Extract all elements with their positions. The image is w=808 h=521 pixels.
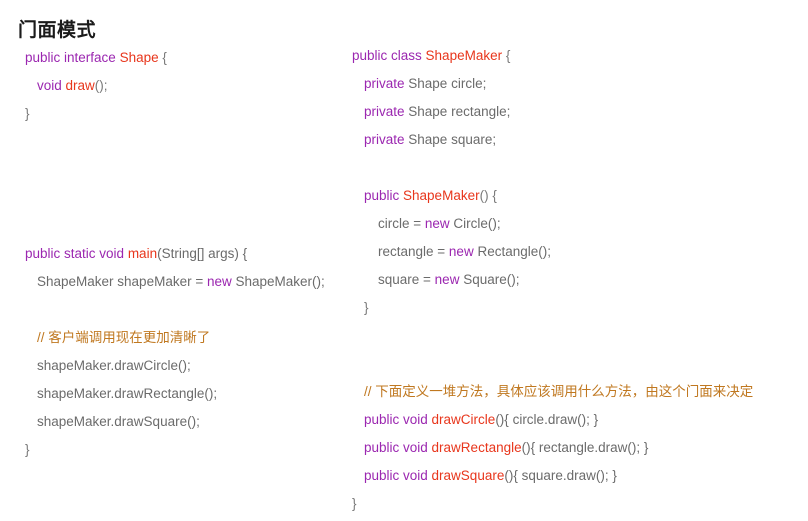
- code-token-plain: shapeMaker.drawSquare();: [37, 414, 200, 429]
- code-token-plain: shapeMaker.drawRectangle();: [37, 386, 218, 401]
- code-line: private Shape square;: [352, 126, 802, 154]
- code-line: public ShapeMaker() {: [352, 182, 802, 210]
- code-line: }: [352, 490, 802, 518]
- code-token-kw: new: [206, 274, 232, 289]
- code-line: [352, 154, 802, 182]
- code-token-kw: public void: [364, 468, 432, 483]
- code-line: public interface Shape {: [25, 44, 355, 72]
- code-line: // 客户端调用现在更加清晰了: [25, 324, 355, 352]
- code-token-kw: public void: [364, 440, 432, 455]
- code-token-plain: (){ rectangle.draw(); }: [521, 440, 649, 455]
- code-token-plain: (String[] args) {: [157, 246, 248, 261]
- code-line: [25, 156, 355, 184]
- code-token-punct: {: [158, 50, 167, 65]
- code-token-kw: public: [364, 188, 404, 203]
- code-token-type: Shape: [119, 50, 159, 65]
- code-line: public static void main(String[] args) {: [25, 240, 355, 268]
- code-token-plain: Shape square;: [404, 132, 497, 147]
- code-token-plain: Rectangle();: [473, 244, 551, 259]
- code-line: [25, 184, 355, 212]
- code-token-kw: public void: [364, 412, 432, 427]
- code-token-plain: circle =: [378, 216, 425, 231]
- code-token-punct: {: [502, 48, 511, 63]
- code-token-fn: drawRectangle: [431, 440, 522, 455]
- code-token-kw: new: [448, 244, 474, 259]
- code-token-kw: public interface: [25, 50, 120, 65]
- code-token-plain: rectangle =: [378, 244, 449, 259]
- code-line: }: [352, 294, 802, 322]
- code-line: public void drawSquare(){ square.draw();…: [352, 462, 802, 490]
- code-token-fn: drawSquare: [431, 468, 505, 483]
- code-line: rectangle = new Rectangle();: [352, 238, 802, 266]
- code-token-plain: ShapeMaker();: [231, 274, 325, 289]
- code-line: [25, 128, 355, 156]
- code-line: square = new Square();: [352, 266, 802, 294]
- code-line: shapeMaker.drawRectangle();: [25, 380, 355, 408]
- code-line: // 下面定义一堆方法，具体应该调用什么方法，由这个门面来决定: [352, 378, 802, 406]
- code-line: [25, 296, 355, 324]
- code-token-comment: // 下面定义一堆方法，具体应该调用什么方法，由这个门面来决定: [364, 384, 754, 399]
- code-token-plain: square =: [378, 272, 435, 287]
- code-token-punct: }: [352, 496, 357, 511]
- code-line: public void drawCircle(){ circle.draw();…: [352, 406, 802, 434]
- code-token-plain: Circle();: [449, 216, 501, 231]
- code-token-kw: public class: [352, 48, 426, 63]
- code-block-right: public class ShapeMaker {private Shape c…: [352, 42, 802, 518]
- code-token-comment: // 客户端调用现在更加清晰了: [37, 330, 211, 345]
- code-token-fn: draw: [65, 78, 95, 93]
- code-token-kw: void: [37, 78, 66, 93]
- code-token-punct: }: [25, 442, 30, 457]
- code-line: void draw();: [25, 72, 355, 100]
- page-root: { "document": { "title": "门面模式", "backgr…: [0, 0, 808, 521]
- code-token-kw: new: [424, 216, 450, 231]
- code-line: }: [25, 100, 355, 128]
- code-line: shapeMaker.drawCircle();: [25, 352, 355, 380]
- code-line: public class ShapeMaker {: [352, 42, 802, 70]
- page-title: 门面模式: [18, 19, 97, 41]
- code-token-punct: () {: [479, 188, 497, 203]
- code-token-plain: Shape circle;: [404, 76, 487, 91]
- code-token-plain: (){ circle.draw(); }: [495, 412, 599, 427]
- code-line: [25, 212, 355, 240]
- code-token-plain: Square();: [459, 272, 520, 287]
- code-token-kw: new: [434, 272, 460, 287]
- code-token-plain: ShapeMaker shapeMaker =: [37, 274, 207, 289]
- code-block-left: public interface Shape {void draw();} pu…: [25, 44, 355, 464]
- code-token-kw: public static void: [25, 246, 128, 261]
- code-token-punct: ();: [94, 78, 108, 93]
- code-token-fn: main: [127, 246, 158, 261]
- code-token-kw: private: [364, 104, 405, 119]
- code-token-fn: drawCircle: [431, 412, 496, 427]
- code-token-type: ShapeMaker: [425, 48, 503, 63]
- code-token-kw: private: [364, 132, 405, 147]
- code-line: [352, 350, 802, 378]
- code-line: private Shape circle;: [352, 70, 802, 98]
- code-line: public void drawRectangle(){ rectangle.d…: [352, 434, 802, 462]
- code-line: shapeMaker.drawSquare();: [25, 408, 355, 436]
- code-line: ShapeMaker shapeMaker = new ShapeMaker()…: [25, 268, 355, 296]
- code-line: circle = new Circle();: [352, 210, 802, 238]
- code-token-plain: Shape rectangle;: [404, 104, 511, 119]
- code-line: }: [25, 436, 355, 464]
- code-token-kw: private: [364, 76, 405, 91]
- code-line: private Shape rectangle;: [352, 98, 802, 126]
- code-token-plain: (){ square.draw(); }: [504, 468, 617, 483]
- code-token-punct: }: [364, 300, 369, 315]
- code-token-type: ShapeMaker: [403, 188, 480, 203]
- code-token-punct: }: [25, 106, 30, 121]
- code-line: [352, 322, 802, 350]
- code-token-plain: shapeMaker.drawCircle();: [37, 358, 191, 373]
